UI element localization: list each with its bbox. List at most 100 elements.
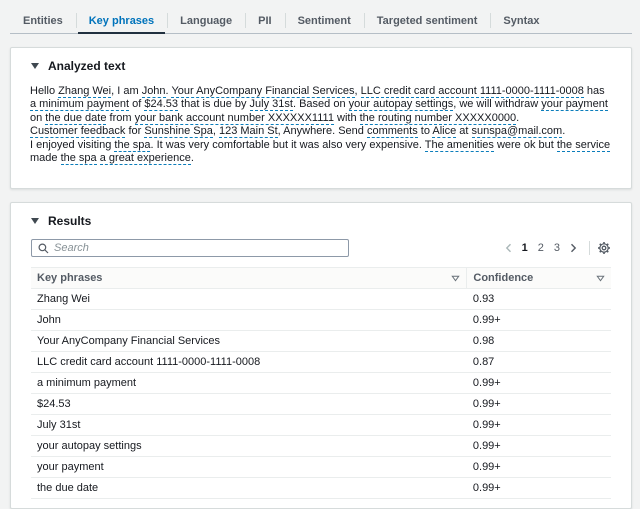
table-header-row: Key phrases Confidence bbox=[31, 268, 611, 289]
table-row[interactable]: $24.530.99+ bbox=[31, 394, 611, 415]
page-number-1[interactable]: 1 bbox=[517, 242, 533, 254]
key-phrase-highlight[interactable]: the spa bbox=[61, 152, 97, 165]
plain-text: . Based on bbox=[293, 98, 349, 110]
table-row[interactable]: your payment0.99+ bbox=[31, 457, 611, 478]
plain-text: that is due by bbox=[178, 98, 250, 110]
expand-caret-icon bbox=[31, 218, 39, 224]
sort-icon bbox=[596, 275, 605, 282]
tab-label: Syntax bbox=[503, 15, 539, 27]
tab-key-phrases[interactable]: Key phrases bbox=[76, 9, 167, 33]
plain-text: , I am bbox=[111, 85, 142, 97]
analyzed-paragraph: Customer feedback for Sunshine Spa, 123 … bbox=[30, 125, 613, 138]
key-phrase-highlight[interactable]: 123 Main St bbox=[219, 125, 278, 138]
results-table-body: Zhang Wei0.93John0.99+Your AnyCompany Fi… bbox=[31, 289, 611, 499]
tab-entities[interactable]: Entities bbox=[10, 9, 76, 33]
key-phrase-highlight[interactable]: your bank account number XXXXXX1111 bbox=[135, 112, 334, 125]
plain-text: . It was very comfortable but it was als… bbox=[150, 139, 424, 151]
key-phrase-highlight[interactable]: John bbox=[142, 85, 166, 98]
plain-text: to bbox=[418, 125, 433, 137]
page-number-2[interactable]: 2 bbox=[533, 242, 549, 254]
tab-syntax[interactable]: Syntax bbox=[490, 9, 552, 33]
key-phrase-highlight[interactable]: your payment bbox=[541, 98, 608, 111]
key-phrase-highlight[interactable]: LLC credit card account 1111-0000-1111-0… bbox=[361, 85, 584, 98]
table-row[interactable]: July 31st0.99+ bbox=[31, 415, 611, 436]
key-phrase-highlight[interactable]: Your AnyCompany Financial Services bbox=[171, 85, 354, 98]
results-title: Results bbox=[48, 214, 91, 228]
search-input[interactable] bbox=[54, 242, 342, 254]
page-number-3[interactable]: 3 bbox=[549, 242, 565, 254]
gear-icon bbox=[597, 241, 611, 255]
analyzed-paragraph: Hello Zhang Wei, I am John. Your AnyComp… bbox=[30, 85, 613, 125]
table-row[interactable]: your autopay settings0.99+ bbox=[31, 436, 611, 457]
confidence-cell: 0.98 bbox=[467, 331, 611, 352]
table-row[interactable]: a minimum payment0.99+ bbox=[31, 373, 611, 394]
key-phrase-highlight[interactable]: The amenities bbox=[425, 139, 494, 152]
confidence-cell: 0.99+ bbox=[467, 478, 611, 499]
results-table: Key phrases Confidence bbox=[31, 267, 611, 499]
column-header-confidence[interactable]: Confidence bbox=[467, 268, 611, 289]
confidence-cell: 0.99+ bbox=[467, 373, 611, 394]
confidence-cell: 0.99+ bbox=[467, 394, 611, 415]
page-numbers: 123 bbox=[517, 242, 565, 254]
key-phrase-highlight[interactable]: Customer feedback bbox=[30, 125, 125, 138]
key-phrase-cell: Zhang Wei bbox=[31, 289, 467, 310]
key-phrase-cell: $24.53 bbox=[31, 394, 467, 415]
key-phrase-cell: LLC credit card account 1111-0000-1111-0… bbox=[31, 352, 467, 373]
search-box[interactable] bbox=[31, 239, 349, 257]
key-phrase-highlight[interactable]: a great experience bbox=[100, 152, 191, 165]
tab-bar: Entities Key phrases Language PII SentimentT… bbox=[10, 9, 632, 34]
confidence-cell: 0.99+ bbox=[467, 436, 611, 457]
key-phrase-highlight[interactable]: sunspa@mail.com bbox=[472, 125, 563, 138]
confidence-cell: 0.99+ bbox=[467, 310, 611, 331]
tab-label: Entities bbox=[23, 15, 63, 27]
search-icon bbox=[38, 243, 49, 254]
results-toolbar: 123 bbox=[31, 239, 611, 257]
tab-language[interactable]: Language bbox=[167, 9, 245, 33]
plain-text: at bbox=[456, 125, 471, 137]
prev-page-button[interactable] bbox=[500, 243, 517, 253]
tab-label: PII bbox=[258, 15, 271, 27]
column-header-key-phrases[interactable]: Key phrases bbox=[31, 268, 467, 289]
chevron-left-icon bbox=[505, 243, 512, 253]
key-phrase-highlight[interactable]: $24.53 bbox=[144, 98, 178, 111]
expand-caret-icon bbox=[31, 63, 39, 69]
tab-targeted-sentiment[interactable]: Targeted sentiment bbox=[364, 9, 491, 33]
page: EntitiesKey phrasesLanguagePIISentimentT… bbox=[0, 0, 640, 509]
key-phrase-highlight[interactable]: the due date bbox=[45, 112, 106, 125]
plain-text: . bbox=[191, 152, 194, 164]
results-section-toggle[interactable]: Results bbox=[11, 203, 631, 231]
tab-sentiment[interactable]: Sentiment bbox=[285, 9, 364, 33]
plain-text: , Anywhere. Send bbox=[278, 125, 367, 137]
next-page-button[interactable] bbox=[565, 243, 582, 253]
tab-pii[interactable]: PII bbox=[245, 9, 284, 33]
key-phrase-highlight[interactable]: the routing number XXXXX0000 bbox=[360, 112, 517, 125]
key-phrase-highlight[interactable]: July 31st bbox=[250, 98, 293, 111]
key-phrase-highlight[interactable]: Sunshine Spa bbox=[144, 125, 213, 138]
key-phrase-highlight[interactable]: Alice bbox=[432, 125, 456, 138]
table-row[interactable]: the due date0.99+ bbox=[31, 478, 611, 499]
analyzed-text-section-toggle[interactable]: Analyzed text bbox=[11, 48, 631, 76]
table-row[interactable]: John0.99+ bbox=[31, 310, 611, 331]
table-row[interactable]: LLC credit card account 1111-0000-1111-0… bbox=[31, 352, 611, 373]
key-phrase-highlight[interactable]: the spa bbox=[114, 139, 150, 152]
key-phrase-highlight[interactable]: the service bbox=[557, 139, 610, 152]
table-row[interactable]: Zhang Wei0.93 bbox=[31, 289, 611, 310]
results-body: 123 bbox=[11, 231, 631, 508]
plain-text: made bbox=[30, 152, 61, 164]
key-phrase-highlight[interactable]: your autopay settings bbox=[349, 98, 454, 111]
table-row[interactable]: Your AnyCompany Financial Services0.98 bbox=[31, 331, 611, 352]
results-panel: Results 123 bbox=[10, 202, 632, 509]
confidence-cell: 0.99+ bbox=[467, 457, 611, 478]
key-phrase-highlight[interactable]: a minimum payment bbox=[30, 98, 129, 111]
column-label: Confidence bbox=[473, 272, 533, 284]
key-phrase-cell: the due date bbox=[31, 478, 467, 499]
plain-text: from bbox=[106, 112, 134, 124]
plain-text: , bbox=[355, 85, 361, 97]
plain-text: on bbox=[30, 112, 45, 124]
key-phrase-highlight[interactable]: Zhang Wei bbox=[58, 85, 111, 98]
key-phrase-highlight[interactable]: comments bbox=[367, 125, 418, 138]
tab-label: Key phrases bbox=[89, 15, 154, 27]
settings-button[interactable] bbox=[597, 241, 611, 255]
confidence-cell: 0.87 bbox=[467, 352, 611, 373]
analyzed-text-title: Analyzed text bbox=[48, 59, 125, 73]
